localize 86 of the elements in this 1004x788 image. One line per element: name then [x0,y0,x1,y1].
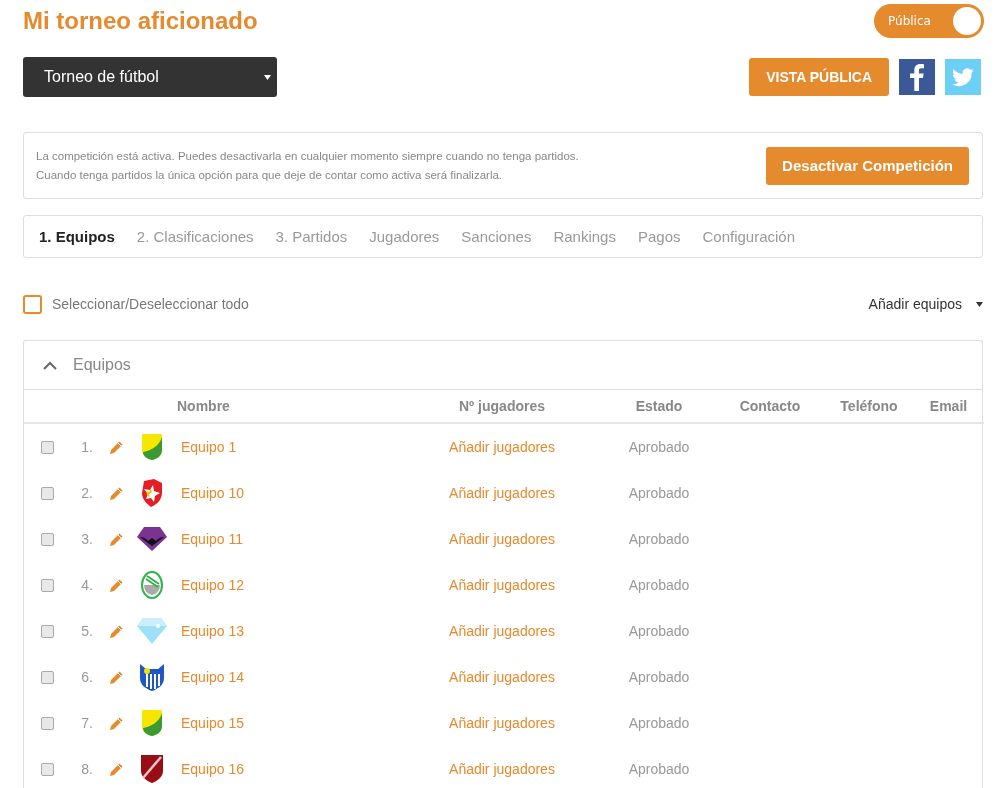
row-checkbox[interactable] [41,441,54,455]
notice-text: La competición está activa. Puedes desactivarla en cualquier momento siempre cuando no tenga partidos. [36,148,579,164]
crest-icon [141,433,163,461]
crest-icon [140,570,164,600]
select-all-label[interactable]: Seleccionar/Deseleccionar todo [52,296,249,312]
crest-icon [140,478,164,508]
add-teams-dropdown[interactable]: Añadir equipos [868,296,962,312]
column-header: Teléfono [840,398,898,414]
crest-icon [141,709,163,737]
column-header: Email [929,398,968,414]
crest-icon [136,617,168,645]
row-checkbox[interactable] [41,625,54,639]
row-number: 6. [81,669,93,685]
tab[interactable]: Pagos [637,228,681,245]
column-header: Contacto [739,398,801,414]
team-name-link[interactable]: Equipo 11 [181,531,243,547]
pencil-icon[interactable] [108,532,124,548]
add-players-link[interactable]: Añadir jugadores [449,485,555,501]
panel-title: Equipos [73,356,131,374]
status-text: Aprobado [628,577,690,593]
add-players-link[interactable]: Añadir jugadores [449,623,555,639]
status-text: Aprobado [628,623,690,639]
crest-icon [140,754,164,784]
crest-icon [138,662,166,692]
row-checkbox[interactable] [41,717,54,731]
crest-icon [136,526,168,552]
visibility-toggle[interactable]: Pública [874,4,984,38]
row-number: 8. [81,761,93,777]
row-checkbox[interactable] [41,487,54,501]
column-header: Nº jugadores [459,398,545,414]
pencil-icon[interactable] [108,486,124,502]
tab[interactable]: 3. Partidos [275,228,348,245]
tab[interactable]: 1. Equipos [39,228,115,245]
deactivate-button[interactable]: Desactivar Competición [766,146,969,185]
add-players-link[interactable]: Añadir jugadores [449,761,555,777]
status-text: Aprobado [628,485,690,501]
pencil-icon[interactable] [108,762,124,778]
pencil-icon[interactable] [108,716,124,732]
team-name-link[interactable]: Equipo 14 [181,669,245,685]
team-name-link[interactable]: Equipo 1 [181,439,237,455]
select-all-checkbox[interactable] [23,294,42,314]
tab[interactable]: Sanciones [461,228,532,245]
tab[interactable]: Rankings [553,228,616,245]
row-checkbox[interactable] [41,763,54,777]
status-text: Aprobado [628,439,690,455]
row-number: 3. [81,531,93,547]
row-checkbox[interactable] [41,533,54,547]
page-title: Mi torneo aficionado [23,7,258,35]
team-name-link[interactable]: Equipo 13 [181,623,245,639]
team-name-link[interactable]: Equipo 10 [181,485,245,501]
add-players-link[interactable]: Añadir jugadores [449,439,555,455]
notice-text: Cuando tenga partidos la única opción para que deje de contar como activa será finalizarla. [36,167,504,183]
team-name-link[interactable]: Equipo 15 [181,715,245,731]
team-name-link[interactable]: Equipo 12 [181,577,245,593]
tab[interactable]: 2. Clasificaciones [136,228,254,245]
add-players-link[interactable]: Añadir jugadores [449,577,555,593]
team-name-link[interactable]: Equipo 16 [181,761,245,777]
column-header: Nombre [177,398,230,414]
row-number: 1. [81,439,93,455]
tab[interactable]: Configuración [702,228,796,245]
chevron-icon[interactable] [43,360,57,370]
row-number: 5. [81,623,93,639]
caret-icon [264,74,271,80]
status-text: Aprobado [628,531,690,547]
pencil-icon[interactable] [108,578,124,594]
status-text: Aprobado [628,669,690,685]
public-view-button[interactable]: VISTA PÚBLICA [749,58,889,96]
status-text: Aprobado [628,761,690,777]
row-number: 4. [81,577,93,593]
pencil-icon[interactable] [108,670,124,686]
add-players-link[interactable]: Añadir jugadores [449,669,555,685]
row-number: 2. [81,485,93,501]
status-text: Aprobado [628,715,690,731]
twitter-icon[interactable] [945,59,981,95]
row-checkbox[interactable] [41,579,54,593]
pencil-icon[interactable] [108,624,124,640]
row-checkbox[interactable] [41,671,54,685]
column-header: Estado [635,398,683,414]
pencil-icon[interactable] [108,440,124,456]
row-number: 7. [81,715,93,731]
facebook-icon[interactable] [899,59,935,95]
caret-icon [976,301,983,307]
competition-select[interactable]: Torneo de fútbol [23,57,277,97]
add-players-link[interactable]: Añadir jugadores [449,715,555,731]
tab[interactable]: Jugadores [369,228,440,245]
add-players-link[interactable]: Añadir jugadores [449,531,555,547]
